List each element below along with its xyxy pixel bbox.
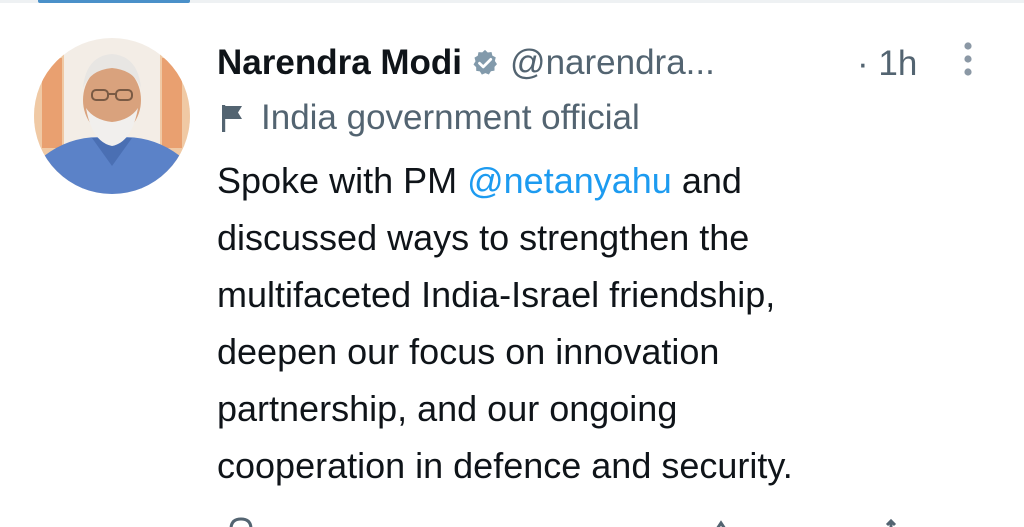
flag-icon [217,102,247,134]
tweet-text-line-3: multifaceted India-Israel friendship, [217,274,776,315]
tweet-header: Narendra Modi @narendra... · 1h [217,38,977,88]
share-icon[interactable] [877,515,905,527]
avatar-image [34,38,190,194]
more-vertical-icon[interactable] [957,40,979,80]
tweet-time[interactable]: · 1h [857,44,917,84]
tweet-text-line-5: partnership, and our ongoing [217,388,678,429]
tweet-text-line-1: Spoke with PM @netanyahu and [217,152,997,209]
tweet-text-line-4: deepen our focus on innovation [217,331,720,372]
tweet-text: Spoke with PM @netanyahu and discussed w… [217,152,997,494]
tweet-text-after-mention: and [671,160,742,201]
reply-icon[interactable] [227,515,255,527]
user-handle[interactable]: @narendra... [510,43,715,83]
like-icon[interactable] [707,515,735,527]
tweet-text-before-mention: Spoke with PM [217,160,468,201]
tab-indicator [38,0,190,3]
tweet-text-line-6: cooperation in defence and security. [217,445,793,486]
tweet-card: Narendra Modi @narendra... · 1h India go… [0,0,1024,527]
account-label-text: India government official [261,98,640,137]
account-label[interactable]: India government official [217,95,640,141]
display-name[interactable]: Narendra Modi [217,43,462,83]
mention-link[interactable]: @netanyahu [467,160,672,201]
tweet-actions [217,515,917,527]
tweet-text-line-2: discussed ways to strengthen the [217,217,750,258]
verified-badge-icon [470,48,500,78]
avatar[interactable] [34,38,190,194]
